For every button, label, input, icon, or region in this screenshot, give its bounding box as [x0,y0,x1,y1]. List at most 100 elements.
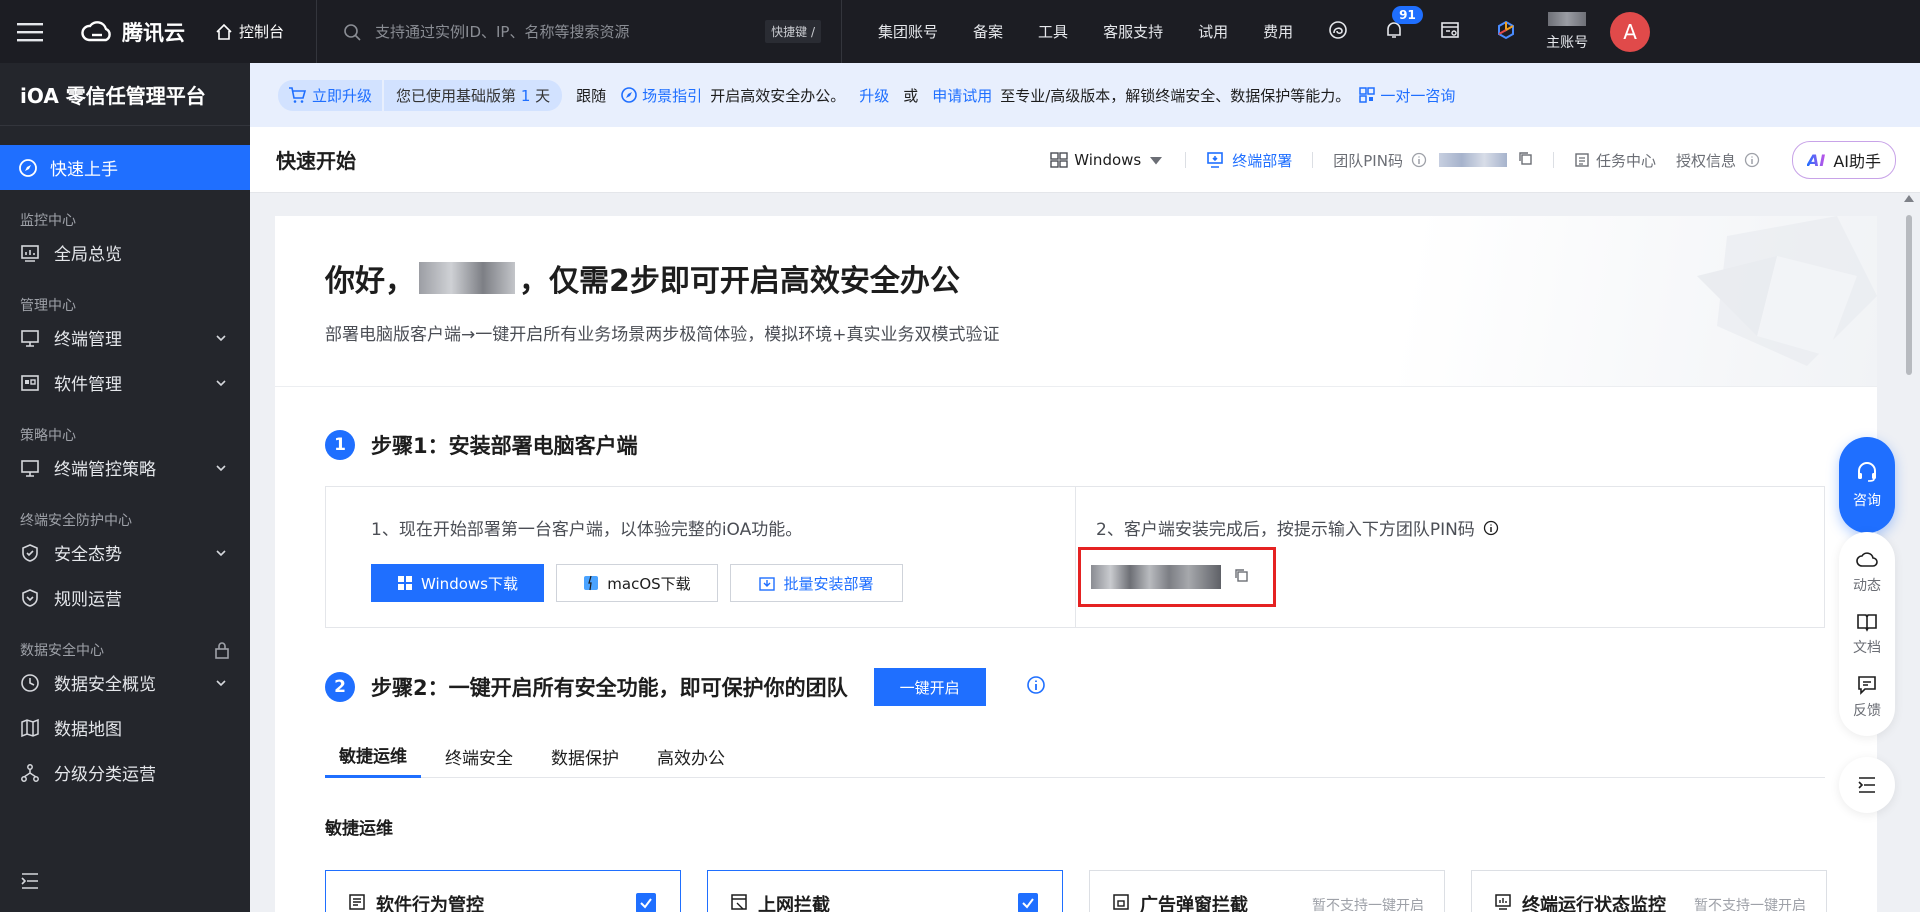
card-note: 暂不支持一键开启 [1312,898,1424,912]
logo-text: 腾讯云 [122,20,185,45]
task-center-link[interactable]: 任务中心 [1574,150,1656,171]
windows-download-label: Windows下载 [421,574,518,593]
copy-pin-icon[interactable] [1233,567,1249,587]
pin-label: 团队PIN码 [1333,151,1403,170]
info-icon[interactable] [1026,675,1046,700]
nav-link-tools[interactable]: 工具 [1038,21,1068,42]
ai-assistant-button[interactable]: AI AI助手 [1791,141,1896,179]
info-icon[interactable] [1411,152,1427,168]
tab-endpoint-security[interactable]: 终端安全 [431,734,527,778]
scene-guide-link[interactable]: 场景指引 [620,85,702,106]
workorder-icon[interactable] [1440,20,1460,44]
nav-link-billing[interactable]: 费用 [1263,21,1293,42]
sidebar-item-label: 终端管理 [54,330,122,350]
copy-icon[interactable] [1517,150,1533,170]
terminal-deploy-link[interactable]: 终端部署 [1206,150,1292,171]
follow-text: 跟随 [576,86,607,105]
sidebar-item-label: 分级分类运营 [54,765,156,785]
feature-card: 广告弹窗拦截 暂不支持一键开启 [1089,870,1445,912]
tab-agile-ops[interactable]: 敏捷运维 [325,734,421,778]
one-click-enable-button[interactable]: 一键开启 [873,668,986,706]
sidebar-item-posture[interactable]: 安全态势 [0,530,250,575]
docs-button[interactable]: 文档 [1853,611,1881,657]
upgrade-link[interactable]: 升级 [859,85,889,106]
feature-card[interactable]: 软件行为管控 [325,870,681,912]
os-selector[interactable]: Windows [1050,151,1165,169]
cart-icon [289,87,306,103]
scroll-up-arrow[interactable] [1904,195,1914,202]
sidebar: iOA 零信任管理平台 快速上手 监控中心 全局总览 管理中心 终端管理 软件管… [0,63,250,912]
sidebar-item-overview[interactable]: 全局总览 [0,230,250,275]
swirl-icon[interactable] [1328,20,1348,44]
batch-deploy-button[interactable]: 批量安装部署 [730,564,903,602]
tencent-cloud-logo[interactable]: 腾讯云 [80,17,185,47]
dashboard-icon [21,244,39,262]
table-of-contents-button[interactable] [1839,757,1895,813]
shield-icon [22,543,38,562]
group-datasec: 数据安全中心 [0,640,250,660]
consult-button[interactable]: 咨询 [1839,437,1895,533]
step2-heading: 2 步骤2：一键开启所有安全功能，即可保护你的团队 一键开启 [325,668,1046,706]
one-on-one-consult-link[interactable]: 一对一咨询 [1358,85,1455,106]
compass-icon [621,87,637,103]
windows-download-button[interactable]: Windows下载 [371,564,544,602]
notification-bell[interactable]: 91 [1384,5,1423,44]
chevron-down-icon [216,549,226,556]
behavior-control-icon [349,894,365,910]
collapse-sidebar-icon[interactable] [20,872,40,894]
feature-card[interactable]: 上网拦截 [707,870,1063,912]
task-icon [1575,153,1589,167]
avatar[interactable]: A [1610,11,1651,52]
tab-efficient-office[interactable]: 高效办公 [643,734,739,778]
sidebar-item-data-overview[interactable]: 数据安全概览 [0,660,250,705]
status-monitor-icon [1495,894,1511,910]
checkbox-checked[interactable] [636,893,656,912]
nav-link-group-account[interactable]: 集团账号 [878,21,938,42]
sidebar-item-label: 安全态势 [54,545,122,565]
sidebar-item-label: 快速上手 [50,160,118,180]
sidebar-item-software[interactable]: 软件管理 [0,360,250,405]
global-search[interactable]: 支持通过实例ID、IP、名称等搜索资源 快捷键 / [343,20,822,43]
pin-desc-text: 2、客户端安装完成后，按提示输入下方团队PIN码 [1096,520,1475,540]
apply-trial-link[interactable]: 申请试用 [932,85,992,106]
sidebar-item-data-map[interactable]: 数据地图 [0,705,250,750]
console-link[interactable]: 控制台 [215,21,284,42]
step-number: 1 [325,430,355,460]
menu-icon[interactable] [0,0,60,63]
scroll-thumb[interactable] [1906,215,1912,375]
macos-download-button[interactable]: macOS下载 [556,564,718,602]
nav-link-support[interactable]: 客服支持 [1103,21,1163,42]
batch-download-icon [759,577,776,591]
upgrade-now-button[interactable]: 立即升级 [278,79,383,111]
sidebar-item-rules[interactable]: 规则运营 [0,575,250,620]
group-policy: 策略中心 [0,425,250,445]
qrcode-icon [1359,87,1376,103]
info-icon[interactable] [1744,152,1760,168]
nav-link-trial[interactable]: 试用 [1198,21,1228,42]
ai-label: AI助手 [1833,152,1881,171]
app-cube-icon[interactable] [1496,20,1516,44]
trial-info: 您已使用基础版第 1 天 [384,79,563,111]
sidebar-item-terminal[interactable]: 终端管理 [0,315,250,360]
checkbox-checked[interactable] [1018,893,1038,912]
license-info-link[interactable]: 授权信息 [1676,150,1736,171]
consult-label: 咨询 [1853,493,1881,509]
main-content: 你好， ，仅需2步即可开启高效安全办公 部署电脑版客户端→一键开启所有业务场景两… [275,216,1877,912]
card-note: 暂不支持一键开启 [1694,898,1806,912]
sidebar-item-policy[interactable]: 终端管控策略 [0,445,250,490]
step1-title: 步骤1：安装部署电脑客户端 [371,434,638,458]
sidebar-item-classify[interactable]: 分级分类运营 [0,750,250,795]
info-icon[interactable] [1483,520,1499,536]
web-block-icon [731,894,747,910]
group-label: 终端安全防护中心 [20,513,132,529]
sidebar-item-quickstart[interactable]: 快速上手 [0,145,250,190]
account-menu[interactable]: 主账号 [1546,11,1588,52]
tab-data-protection[interactable]: 数据保护 [537,734,633,778]
download-panel: 1、现在开始部署第一台客户端，以体验完整的iOA功能。 Windows下载 ma… [326,487,1075,627]
dynamic-button[interactable]: 动态 [1853,549,1881,595]
nav-link-icp[interactable]: 备案 [973,21,1003,42]
feedback-label: 反馈 [1853,702,1881,719]
feedback-button[interactable]: 反馈 [1853,674,1881,720]
console-label: 控制台 [239,23,285,41]
page-scrollbar[interactable] [1904,193,1914,912]
